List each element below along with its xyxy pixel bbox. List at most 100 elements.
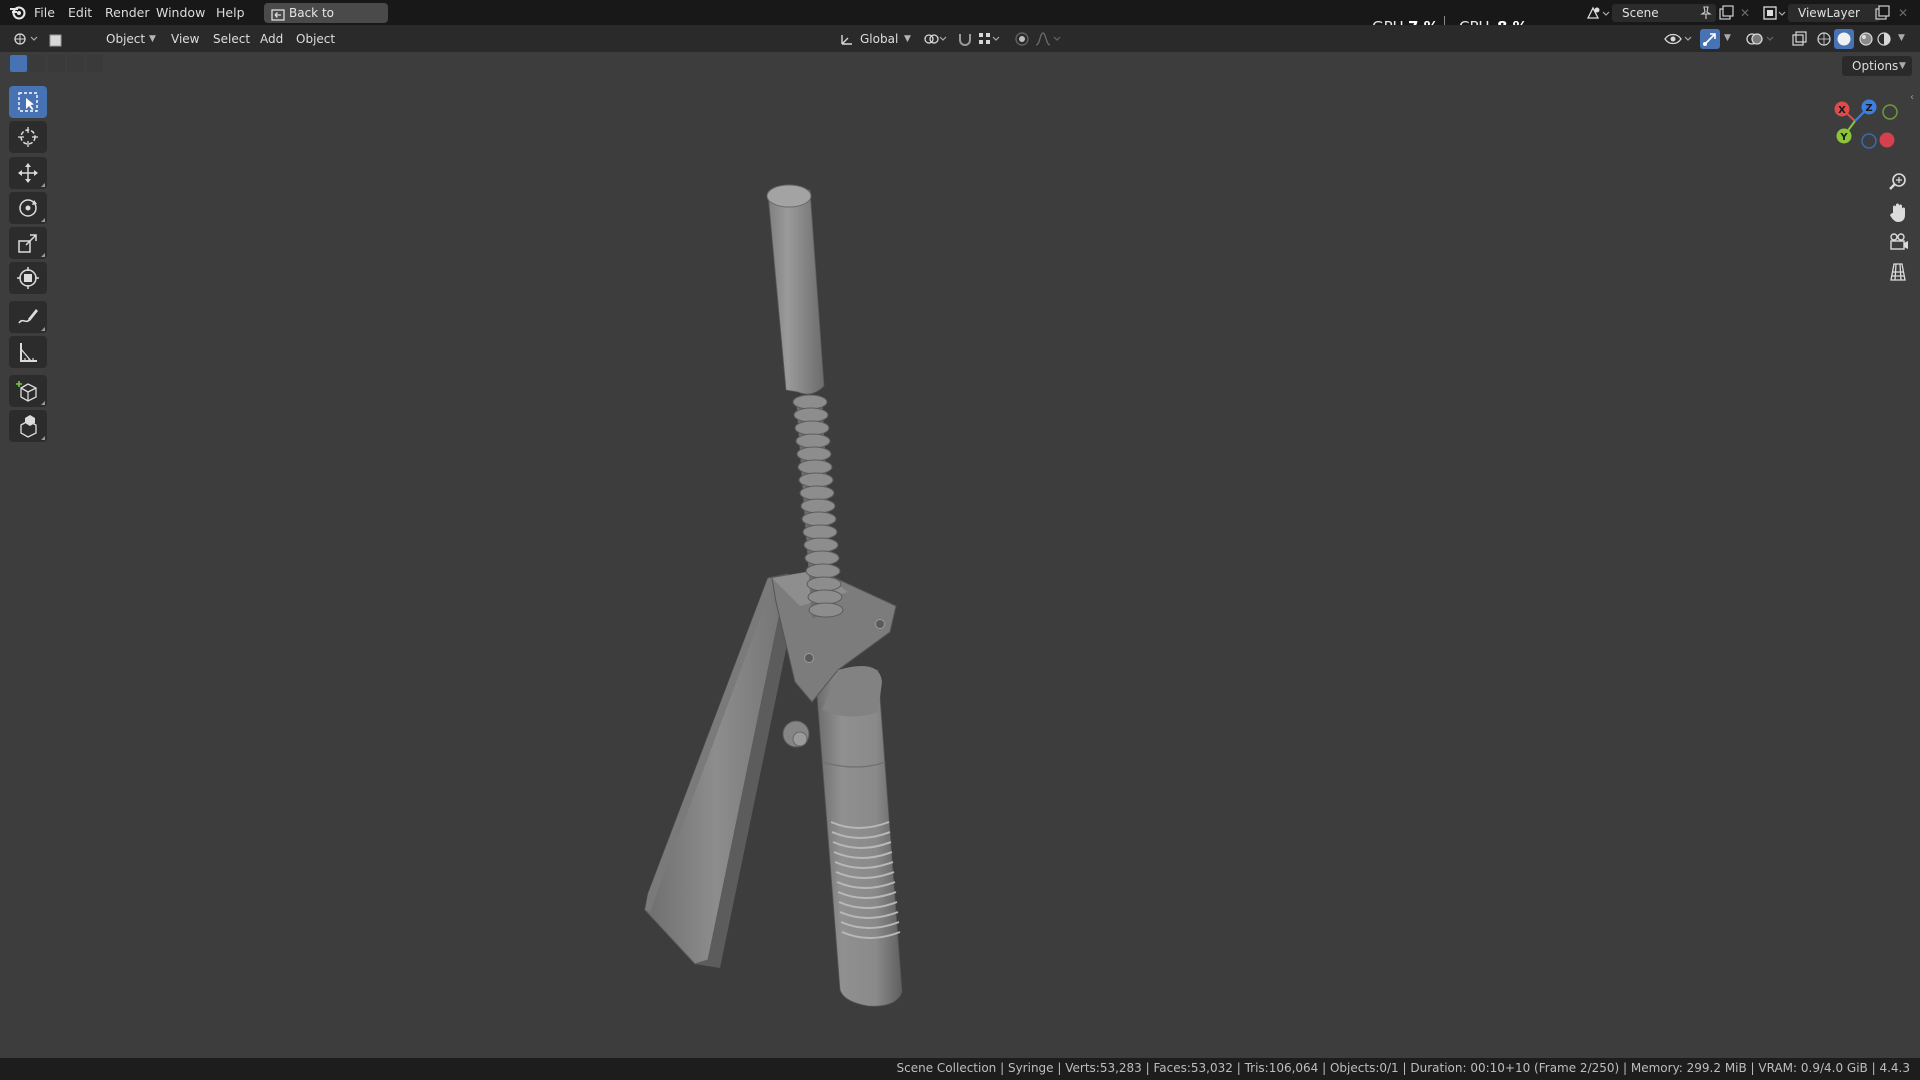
chevron-down-icon: ▼ bbox=[904, 34, 911, 44]
3d-viewport[interactable]: Options ▼ ‹ X Z Y bbox=[0, 52, 1920, 1058]
move-tool[interactable] bbox=[9, 157, 47, 189]
cursor-tool[interactable] bbox=[9, 121, 47, 153]
tool-corner-indicator bbox=[41, 401, 45, 405]
tool-corner-indicator bbox=[41, 183, 45, 187]
visibility-icon[interactable] bbox=[1664, 31, 1694, 50]
solid-shading-button[interactable] bbox=[1834, 29, 1854, 49]
snap-target-icon[interactable] bbox=[977, 31, 1003, 50]
gizmo-dropdown-icon[interactable]: ▼ bbox=[1724, 33, 1731, 43]
view-layer-icon[interactable] bbox=[1762, 5, 1786, 24]
measure-tool[interactable] bbox=[9, 336, 47, 368]
cursor-icon bbox=[18, 127, 38, 147]
z-axis-label: Z bbox=[1865, 103, 1872, 114]
menu-file[interactable]: File bbox=[30, 4, 59, 21]
gizmo-toggle-button[interactable] bbox=[1700, 29, 1720, 49]
select-invert-mode-icon[interactable] bbox=[67, 55, 84, 72]
viewport-header: Object Mode ▼ View Select Add Object Glo… bbox=[0, 25, 1920, 66]
editor-type-icon[interactable] bbox=[12, 31, 40, 50]
navigation-gizmo[interactable]: X Z Y bbox=[1830, 96, 1910, 166]
sidebar-toggle-icon[interactable]: ‹ bbox=[1910, 92, 1914, 103]
material-shading-icon[interactable] bbox=[1858, 31, 1874, 50]
select-box-icon bbox=[18, 92, 38, 112]
close-scene-icon[interactable]: ✕ bbox=[1740, 6, 1750, 20]
pivot-icon[interactable] bbox=[923, 31, 949, 50]
new-scene-icon[interactable] bbox=[1718, 5, 1734, 24]
add-cube-icon bbox=[16, 381, 37, 402]
orientation-icon bbox=[840, 32, 854, 52]
close-view-layer-icon[interactable]: ✕ bbox=[1898, 6, 1908, 20]
tool-corner-indicator bbox=[41, 253, 45, 257]
scene-name: Scene bbox=[1622, 6, 1659, 20]
transform-icon bbox=[17, 267, 39, 289]
object-mode-dropdown[interactable]: Object Mode ▼ bbox=[49, 29, 157, 66]
transform-tool[interactable] bbox=[9, 262, 47, 294]
orientation-label: Global bbox=[860, 32, 899, 46]
move-icon bbox=[18, 163, 38, 183]
select-intersect-mode-icon[interactable] bbox=[86, 55, 103, 72]
options-dropdown[interactable]: Options ▼ bbox=[1842, 56, 1912, 76]
neg-x-axis-icon[interactable] bbox=[1879, 132, 1895, 148]
transform-orientation-dropdown[interactable]: Global ▼ bbox=[840, 29, 912, 49]
snap-icon[interactable] bbox=[957, 31, 973, 50]
menu-select[interactable]: Select bbox=[210, 30, 253, 48]
menu-help[interactable]: Help bbox=[212, 4, 249, 21]
rotate-icon bbox=[19, 199, 37, 217]
status-bar: Scene Collection | Syringe | Verts:53,28… bbox=[0, 1058, 1920, 1080]
select-subtract-mode-icon[interactable] bbox=[48, 55, 65, 72]
pan-button[interactable] bbox=[1883, 198, 1913, 226]
camera-view-button[interactable] bbox=[1883, 228, 1913, 256]
extrude-tool[interactable] bbox=[9, 410, 47, 442]
perspective-toggle-button[interactable] bbox=[1883, 258, 1913, 286]
scene-icon[interactable] bbox=[1586, 5, 1610, 24]
tool-corner-indicator bbox=[41, 218, 45, 222]
options-label: Options bbox=[1852, 59, 1899, 73]
annotate-tool[interactable] bbox=[9, 301, 47, 333]
scale-tool[interactable] bbox=[9, 227, 47, 259]
tool-corner-indicator bbox=[41, 327, 45, 331]
neg-y-axis-icon[interactable] bbox=[1882, 104, 1898, 120]
menu-edit[interactable]: Edit bbox=[64, 4, 96, 21]
hand-icon bbox=[1890, 203, 1905, 222]
grid-perspective-icon bbox=[1890, 263, 1906, 281]
select-extend-mode-icon[interactable] bbox=[29, 55, 46, 72]
y-axis-label: Y bbox=[1839, 132, 1848, 143]
syringe-model[interactable] bbox=[600, 122, 940, 1042]
plunger-cap bbox=[766, 184, 812, 208]
select-new-mode-icon[interactable] bbox=[10, 55, 27, 72]
scale-icon bbox=[18, 234, 37, 253]
rotate-tool[interactable] bbox=[9, 192, 47, 224]
zoom-icon bbox=[1889, 173, 1906, 190]
back-to-previous-button[interactable]: Back to Previous bbox=[264, 3, 388, 40]
view-layer-name: ViewLayer bbox=[1798, 6, 1860, 20]
camera-icon bbox=[1890, 233, 1908, 250]
add-cube-tool[interactable] bbox=[9, 375, 47, 407]
new-view-layer-icon[interactable] bbox=[1874, 5, 1890, 24]
scene-field[interactable]: Scene bbox=[1612, 4, 1716, 22]
neg-z-axis-icon[interactable] bbox=[1861, 133, 1877, 149]
chevron-down-icon: ▼ bbox=[149, 34, 156, 44]
menu-view[interactable]: View bbox=[168, 30, 202, 48]
scene-statistics: Scene Collection | Syringe | Verts:53,28… bbox=[896, 1061, 1910, 1075]
proportional-editing-icon[interactable] bbox=[1014, 31, 1030, 50]
pin-icon[interactable] bbox=[1700, 6, 1712, 25]
gizmo-icon bbox=[1703, 33, 1716, 46]
overlays-icon[interactable] bbox=[1746, 31, 1776, 50]
falloff-icon[interactable] bbox=[1034, 31, 1064, 50]
blender-logo-icon[interactable] bbox=[9, 4, 27, 23]
menu-object[interactable]: Object bbox=[293, 30, 338, 48]
rendered-shading-icon[interactable] bbox=[1876, 31, 1892, 50]
select-box-tool[interactable] bbox=[9, 86, 47, 118]
wireframe-shading-icon[interactable] bbox=[1816, 31, 1832, 50]
screw-icon bbox=[875, 619, 885, 629]
shading-dropdown-icon[interactable]: ▼ bbox=[1898, 33, 1905, 43]
menu-render[interactable]: Render bbox=[101, 4, 154, 21]
menu-add[interactable]: Add bbox=[257, 30, 286, 48]
xray-icon[interactable] bbox=[1791, 31, 1807, 50]
menu-window[interactable]: Window bbox=[152, 4, 209, 21]
view-layer-field[interactable]: ViewLayer bbox=[1788, 4, 1880, 22]
zoom-button[interactable] bbox=[1883, 168, 1913, 196]
extrude-icon bbox=[20, 415, 37, 438]
solid-shading-icon bbox=[1837, 32, 1851, 46]
tool-corner-indicator bbox=[41, 436, 45, 440]
chevron-down-icon: ▼ bbox=[1899, 61, 1906, 71]
